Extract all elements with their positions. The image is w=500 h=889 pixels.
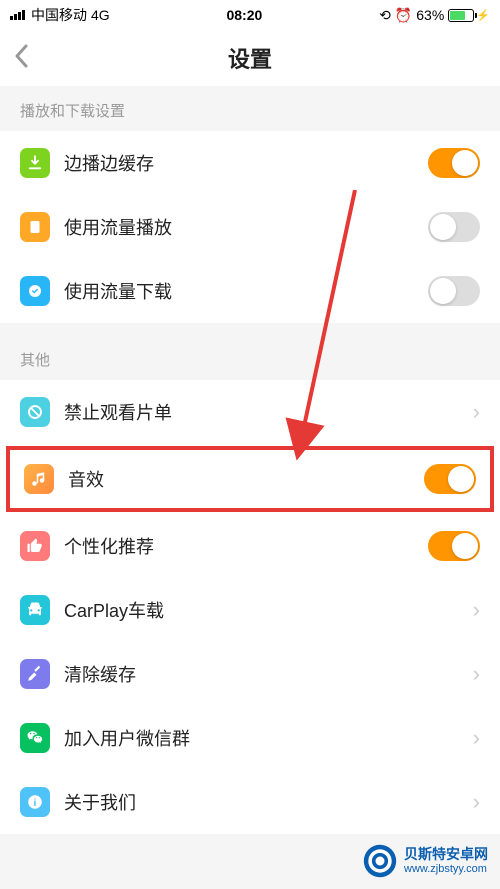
row-label: 清除缓存: [64, 661, 465, 687]
signal-icon: [10, 10, 25, 20]
svg-text:i: i: [34, 797, 37, 809]
info-icon: i: [20, 787, 50, 817]
row-sound-effect[interactable]: 音效: [6, 446, 494, 512]
wechat-icon: [20, 723, 50, 753]
status-bar: 中国移动 4G 08:20 ⟲ ⏰ 63% ⚡: [0, 0, 500, 30]
row-label: 音效: [68, 466, 424, 492]
toggle-cellular-play[interactable]: [428, 212, 480, 242]
car-icon: [20, 595, 50, 625]
status-left: 中国移动 4G: [10, 5, 110, 25]
broom-icon: [20, 659, 50, 689]
block-icon: [20, 397, 50, 427]
download-icon: [20, 148, 50, 178]
status-right: ⟲ ⏰ 63% ⚡: [379, 7, 490, 24]
row-block-playlist[interactable]: 禁止观看片单 ›: [0, 380, 500, 444]
row-about[interactable]: i 关于我们 ›: [0, 770, 500, 834]
row-label: 关于我们: [64, 789, 465, 815]
row-cellular-play[interactable]: 使用流量播放: [0, 195, 500, 259]
row-label: 边播边缓存: [64, 150, 428, 176]
watermark: 贝斯特安卓网 www.zjbstyy.com: [362, 843, 488, 879]
chevron-right-icon: ›: [473, 725, 480, 751]
watermark-url: www.zjbstyy.com: [404, 863, 488, 875]
row-clear-cache[interactable]: 清除缓存 ›: [0, 642, 500, 706]
row-cellular-download[interactable]: 使用流量下载: [0, 259, 500, 323]
back-button[interactable]: [12, 42, 30, 75]
section-header-other: 其他: [0, 335, 500, 380]
row-personalization[interactable]: 个性化推荐: [0, 514, 500, 578]
watermark-logo-icon: [362, 843, 398, 879]
watermark-name: 贝斯特安卓网: [404, 847, 488, 862]
row-label: 使用流量下载: [64, 278, 428, 304]
charging-icon: ⚡: [476, 9, 490, 22]
chevron-right-icon: ›: [473, 597, 480, 623]
toggle-cache-while-play[interactable]: [428, 148, 480, 178]
carrier-label: 中国移动: [31, 5, 87, 25]
cellular-download-icon: [20, 276, 50, 306]
row-label: 加入用户微信群: [64, 725, 465, 751]
row-label: 禁止观看片单: [64, 399, 465, 425]
toggle-personalization[interactable]: [428, 531, 480, 561]
row-label: 使用流量播放: [64, 214, 428, 240]
row-label: 个性化推荐: [64, 533, 428, 559]
orientation-lock-icon: ⟲: [379, 7, 391, 24]
chevron-right-icon: ›: [473, 789, 480, 815]
music-note-icon: [24, 464, 54, 494]
status-time: 08:20: [226, 7, 262, 23]
network-label: 4G: [91, 7, 110, 23]
nav-bar: 设置: [0, 30, 500, 86]
battery-icon: [448, 9, 474, 22]
playback-list: 边播边缓存 使用流量播放 使用流量下载: [0, 131, 500, 323]
thumbs-up-icon: [20, 531, 50, 561]
other-list: 禁止观看片单 › 音效 个性化推荐 CarPlay车载 › 清除缓存 › 加: [0, 380, 500, 834]
cellular-play-icon: [20, 212, 50, 242]
page-title: 设置: [228, 42, 272, 74]
chevron-left-icon: [12, 42, 30, 70]
row-carplay[interactable]: CarPlay车载 ›: [0, 578, 500, 642]
row-cache-while-play[interactable]: 边播边缓存: [0, 131, 500, 195]
battery-pct: 63%: [416, 7, 444, 23]
chevron-right-icon: ›: [473, 399, 480, 425]
row-label: CarPlay车载: [64, 597, 465, 623]
chevron-right-icon: ›: [473, 661, 480, 687]
toggle-cellular-download[interactable]: [428, 276, 480, 306]
row-wechat-group[interactable]: 加入用户微信群 ›: [0, 706, 500, 770]
section-header-playback: 播放和下载设置: [0, 86, 500, 131]
alarm-icon: ⏰: [395, 7, 412, 24]
toggle-sound-effect[interactable]: [424, 464, 476, 494]
